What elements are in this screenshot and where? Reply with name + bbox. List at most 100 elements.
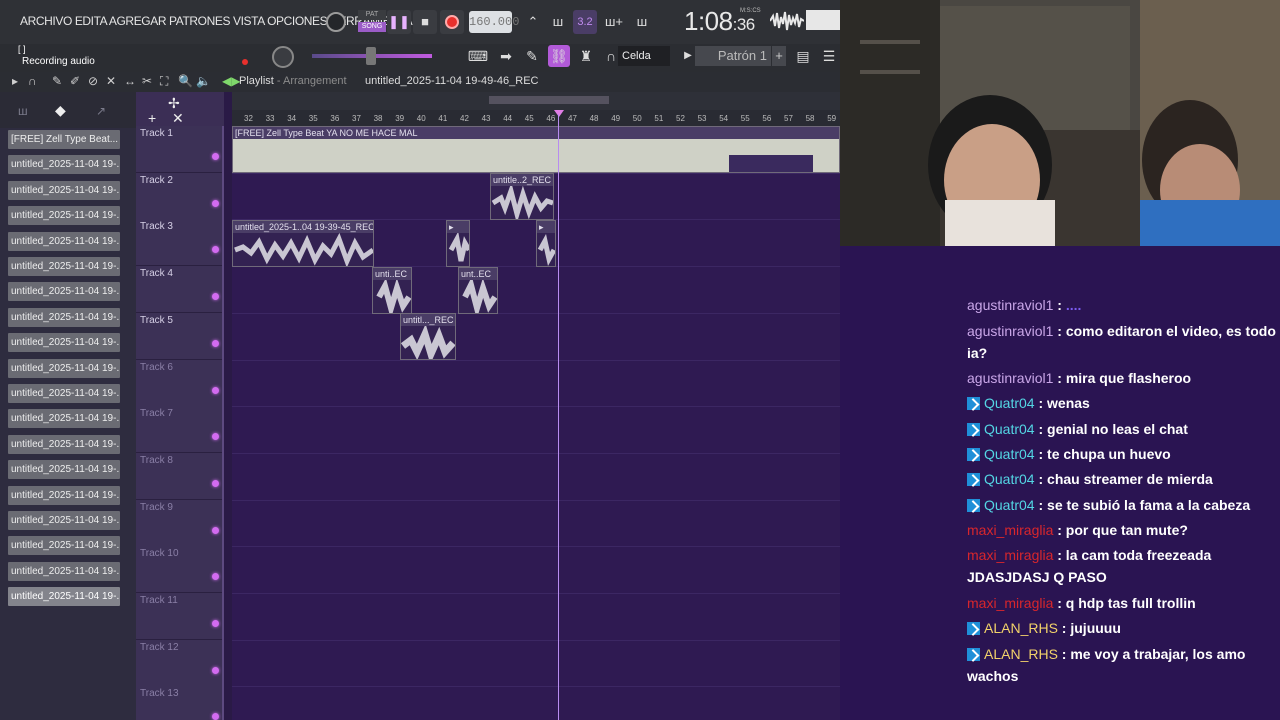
picker-item[interactable]: untitled_2025-11-04 19-... — [8, 561, 120, 581]
master-volume-knob[interactable] — [326, 12, 346, 32]
chat-username[interactable]: maxi_miraglia — [967, 595, 1053, 611]
arrow-button[interactable]: ➡ — [495, 45, 517, 67]
track-led-icon[interactable] — [212, 713, 219, 720]
clip-track4b[interactable]: unt..EC — [458, 267, 498, 314]
track-header[interactable]: Track 5 — [136, 312, 224, 360]
step-display[interactable]: 3.2 — [573, 10, 597, 34]
chat-username[interactable]: Quatr04 — [984, 446, 1035, 462]
draw-tool-icon[interactable]: ✎ — [52, 74, 62, 88]
clip-track3b[interactable]: ▸ — [446, 220, 470, 267]
add-clip-icon[interactable]: + — [148, 110, 156, 126]
track-led-icon[interactable] — [212, 153, 219, 160]
metronome-button[interactable]: ⌃ — [521, 10, 545, 34]
picker-view-icon[interactable]: ◆ — [55, 102, 66, 119]
track-led-icon[interactable] — [212, 199, 219, 207]
close-track-icon[interactable]: ✕ — [172, 110, 184, 127]
track-header[interactable]: Track 10 — [136, 546, 224, 594]
snap-icon[interactable]: ∩ — [28, 74, 37, 88]
picker-item[interactable]: [FREE] Zell Type Beat... — [8, 130, 120, 149]
track-header[interactable]: Track 3 — [136, 219, 224, 267]
track-led-icon[interactable] — [212, 433, 219, 441]
track-header[interactable]: Track 8 — [136, 452, 224, 500]
loop-record-button[interactable]: ш — [630, 10, 654, 34]
picker-item[interactable]: untitled_2025-11-04 19-... — [8, 536, 120, 556]
channel-rack-button[interactable]: ▤ — [792, 45, 814, 67]
pencil-tool-button[interactable]: ✎ — [521, 45, 543, 67]
picker-item[interactable]: untitled_2025-11-04 19-... — [8, 384, 120, 403]
picker-audio-icon[interactable]: ш — [18, 104, 28, 118]
picker-item[interactable]: untitled_2025-11-04 19-... — [8, 460, 120, 480]
track-header[interactable]: Track 4 — [136, 266, 224, 314]
mute-tool-icon[interactable]: ✕ — [106, 74, 116, 88]
clip-track2[interactable]: untitle..2_REC — [490, 173, 554, 220]
clip-track4a[interactable]: unti..EC — [372, 267, 412, 314]
delete-tool-icon[interactable]: ⊘ — [88, 74, 98, 88]
clip-beat[interactable]: [FREE] Zell Type Beat YA NO ME HACE MAL — [232, 126, 840, 173]
picker-item[interactable]: untitled_2025-11-04 19-... — [8, 409, 120, 429]
playlist-menu-icon[interactable]: ▸ — [12, 74, 18, 88]
chat-username[interactable]: agustinraviol1 — [967, 297, 1053, 313]
track-led-icon[interactable] — [212, 620, 219, 627]
paint-tool-icon[interactable]: ✐ — [70, 74, 80, 88]
track-header[interactable]: Track 6 — [136, 359, 224, 407]
mixer-button[interactable]: ♜ — [575, 45, 597, 67]
wait-input-button[interactable]: ш — [546, 10, 570, 34]
chat-username[interactable]: ALAN_RHS — [984, 620, 1058, 636]
playhead-marker[interactable] — [554, 110, 564, 117]
pat-song-toggle[interactable]: PAT SONG — [358, 10, 386, 34]
master-pitch-knob[interactable] — [272, 46, 294, 68]
picker-item[interactable]: untitled_2025-11-04 19-... — [8, 307, 120, 327]
playback-tool-icon[interactable]: 🔈 — [196, 74, 211, 88]
chat-username[interactable]: Quatr04 — [984, 497, 1035, 513]
slip-tool-icon[interactable]: ↔ — [124, 74, 136, 88]
link-button[interactable]: ⛓ — [548, 45, 570, 67]
stop-button[interactable]: ■ — [413, 10, 437, 34]
slice-tool-icon[interactable]: ✂ — [142, 74, 152, 88]
picker-item[interactable]: untitled_2025-11-04 19-... — [8, 231, 120, 251]
track-header[interactable]: Track 12 — [136, 639, 224, 687]
clip-track3c[interactable]: ▸ — [536, 220, 556, 267]
playlist-arrow-icon[interactable]: ◀▶ — [222, 74, 240, 88]
chat-username[interactable]: Quatr04 — [984, 421, 1035, 437]
tempo-display[interactable]: 160.000 — [469, 11, 519, 33]
track-header[interactable]: Track 11 — [136, 593, 224, 640]
chat-username[interactable]: agustinraviol1 — [967, 323, 1053, 339]
select-tool-icon[interactable]: ⛶ — [160, 74, 168, 89]
menu-vista[interactable]: VISTA — [233, 14, 265, 28]
track-header[interactable]: Track 1 — [136, 126, 224, 173]
browser-button[interactable]: ☰ — [818, 45, 840, 67]
piano-roll-button[interactable]: ⌨ — [467, 45, 489, 67]
clip-track3a[interactable]: untitled_2025-1..04 19-39-45_REC — [232, 220, 374, 267]
pat-mode[interactable]: PAT — [358, 10, 386, 20]
record-button[interactable] — [440, 10, 464, 34]
picker-item[interactable]: untitled_2025-11-04 19-... — [8, 434, 120, 454]
picker-item[interactable]: untitled_2025-11-04 19-... — [8, 511, 120, 530]
song-mode[interactable]: SONG — [358, 22, 386, 32]
picker-item[interactable]: untitled_2025-11-04 19-... — [8, 282, 120, 302]
chat-username[interactable]: agustinraviol1 — [967, 370, 1053, 386]
track-led-icon[interactable] — [212, 386, 219, 394]
add-pattern-button[interactable]: + — [772, 46, 786, 66]
picker-item[interactable]: untitled_2025-11-04 19-... — [8, 485, 120, 505]
countdown-button[interactable]: ш+ — [602, 10, 626, 34]
track-led-icon[interactable] — [212, 526, 219, 534]
zoom-tool-icon[interactable]: 🔍 — [178, 74, 193, 88]
pattern-select[interactable]: Patrón 1 — [695, 46, 771, 66]
picker-item[interactable]: untitled_2025-11-04 19-... — [8, 206, 120, 226]
picker-item[interactable]: untitled_2025-11-04 19-... — [8, 333, 120, 353]
picker-item[interactable]: untitled_2025-11-04 19-... — [8, 358, 120, 378]
menu-edita[interactable]: EDITA — [75, 14, 107, 28]
menu-patrones[interactable]: PATRONES — [169, 14, 230, 28]
chat-username[interactable]: maxi_miraglia — [967, 522, 1053, 538]
menu-archivo[interactable]: ARCHIVO — [20, 14, 72, 28]
chat-username[interactable]: Quatr04 — [984, 395, 1035, 411]
snap-select[interactable]: Celda — [618, 46, 670, 66]
track-header[interactable]: Track 13 — [136, 686, 224, 720]
chat-username[interactable]: maxi_miraglia — [967, 547, 1053, 563]
track-led-icon[interactable] — [212, 293, 219, 301]
track-led-icon[interactable] — [212, 479, 219, 487]
track-header[interactable]: Track 9 — [136, 499, 224, 547]
track-led-icon[interactable] — [212, 339, 219, 347]
volume-slider-handle[interactable] — [366, 47, 376, 65]
pause-button[interactable]: ❚❚ — [387, 10, 411, 34]
